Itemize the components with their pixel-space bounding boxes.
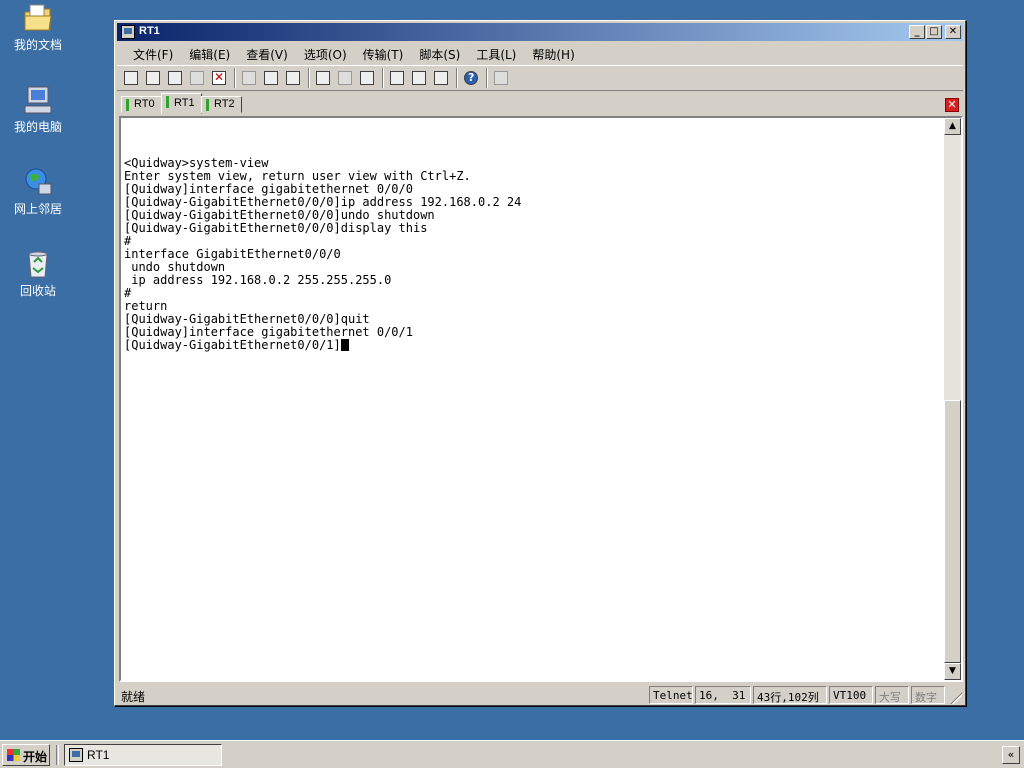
desktop-icon-my-computer[interactable]: 我的电脑 <box>6 84 70 134</box>
reconnect-icon[interactable] <box>187 68 207 88</box>
resize-grip-icon[interactable] <box>950 692 962 704</box>
folder-icon <box>22 2 54 34</box>
sftp-icon[interactable] <box>491 68 511 88</box>
maximize-button[interactable]: □ <box>926 25 942 39</box>
globe-network-icon <box>22 166 54 198</box>
menu-bar: 文件(F) 编辑(E) 查看(V) 选项(O) 传输(T) 脚本(S) 工具(L… <box>117 43 963 63</box>
tab-rt2[interactable]: RT2 <box>201 96 242 113</box>
global-options-icon[interactable] <box>409 68 429 88</box>
toolbar-separator <box>486 68 488 88</box>
computer-icon <box>22 84 54 116</box>
taskbar: 开始 RT1 « <box>0 740 1024 768</box>
toolbar-separator <box>382 68 384 88</box>
menu-options[interactable]: 选项(O) <box>296 43 355 63</box>
keymap-icon[interactable] <box>431 68 451 88</box>
status-cursor-position: 16, 31 <box>695 686 751 704</box>
taskbar-item-label: RT1 <box>87 748 110 762</box>
terminal-line: # <box>124 286 132 300</box>
minimize-button[interactable]: _ <box>909 25 925 39</box>
help-icon[interactable] <box>461 68 481 88</box>
menu-file[interactable]: 文件(F) <box>125 43 181 63</box>
print-icon[interactable] <box>313 68 333 88</box>
taskbar-item-rt1[interactable]: RT1 <box>64 744 222 766</box>
scroll-down-icon[interactable]: ▼ <box>944 663 961 680</box>
window-titlebar[interactable]: RT1 _ □ ✕ <box>117 23 963 41</box>
status-ready: 就绪 <box>121 690 146 704</box>
status-bar: 就绪 Telnet 16, 31 43行,102列 VT100 大写 数字 <box>117 685 963 705</box>
taskbar-separator <box>56 745 59 765</box>
connect-in-tab-icon[interactable] <box>165 68 185 88</box>
toolbar-separator <box>234 68 236 88</box>
tray-expand-button[interactable]: « <box>1002 746 1020 764</box>
terminal-line: ip address 192.168.0.2 255.255.255.0 <box>124 273 392 287</box>
connect-icon[interactable] <box>121 68 141 88</box>
menu-edit[interactable]: 编辑(E) <box>181 43 238 63</box>
status-terminal-size: 43行,102列 <box>753 686 827 704</box>
close-tab-icon[interactable]: ✕ <box>945 98 959 112</box>
vertical-scrollbar[interactable]: ▲ ▼ <box>944 118 961 680</box>
status-protocol: Telnet <box>649 686 693 704</box>
terminal-cursor <box>340 339 349 351</box>
menu-script[interactable]: 脚本(S) <box>411 43 468 63</box>
scrollbar-thumb[interactable] <box>944 400 961 663</box>
scroll-up-icon[interactable]: ▲ <box>944 118 961 135</box>
toolbar-separator <box>456 68 458 88</box>
windows-flag-icon <box>7 749 20 761</box>
status-num-lock: 数字 <box>911 686 945 704</box>
terminal-prompt: [Quidway-GigabitEthernet0/0/1] <box>124 338 341 352</box>
find-icon[interactable] <box>283 68 303 88</box>
desktop-icon-recycle-bin[interactable]: 回收站 <box>6 248 70 298</box>
disconnect-icon[interactable] <box>209 68 229 88</box>
status-caps-lock: 大写 <box>875 686 909 704</box>
print-screen-icon[interactable] <box>357 68 377 88</box>
start-button[interactable]: 开始 <box>2 744 50 766</box>
tab-rt1[interactable]: RT1 <box>161 93 202 114</box>
quick-connect-icon[interactable] <box>143 68 163 88</box>
recycle-bin-icon <box>22 248 54 280</box>
desktop-icon-my-documents[interactable]: 我的文档 <box>6 2 70 52</box>
window-title: RT1 <box>139 25 160 37</box>
tab-rt0[interactable]: RT0 <box>121 96 162 113</box>
copy-icon[interactable] <box>239 68 259 88</box>
paste-icon[interactable] <box>261 68 281 88</box>
session-tabs: RT0 RT1 RT2 ✕ <box>117 93 963 115</box>
terminal-output: <Quidway>system-view Enter system view, r… <box>124 131 941 378</box>
menu-tools[interactable]: 工具(L) <box>468 43 524 63</box>
toolbar-separator <box>308 68 310 88</box>
terminal-line: interface GigabitEthernet0/0/0 <box>124 247 341 261</box>
desktop-icon-network-places[interactable]: 网上邻居 <box>6 166 70 216</box>
session-options-icon[interactable] <box>387 68 407 88</box>
start-label: 开始 <box>23 750 48 764</box>
print-setup-icon[interactable] <box>335 68 355 88</box>
terminal-app-icon <box>69 748 83 762</box>
toolbar-more-icon[interactable] <box>513 68 521 88</box>
terminal-app-icon <box>121 25 135 39</box>
terminal-line: [Quidway-GigabitEthernet0/0/0]display th… <box>124 221 428 235</box>
menu-transfer[interactable]: 传输(T) <box>355 43 412 63</box>
status-terminal-type: VT100 <box>829 686 873 704</box>
menu-view[interactable]: 查看(V) <box>238 43 296 63</box>
close-button[interactable]: ✕ <box>945 25 961 39</box>
toolbar <box>117 65 963 91</box>
securecrt-window: RT1 _ □ ✕ 文件(F) 编辑(E) 查看(V) 选项(O) 传输(T) … <box>114 20 966 706</box>
menu-help[interactable]: 帮助(H) <box>524 43 582 63</box>
terminal-area[interactable]: <Quidway>system-view Enter system view, r… <box>119 116 963 682</box>
